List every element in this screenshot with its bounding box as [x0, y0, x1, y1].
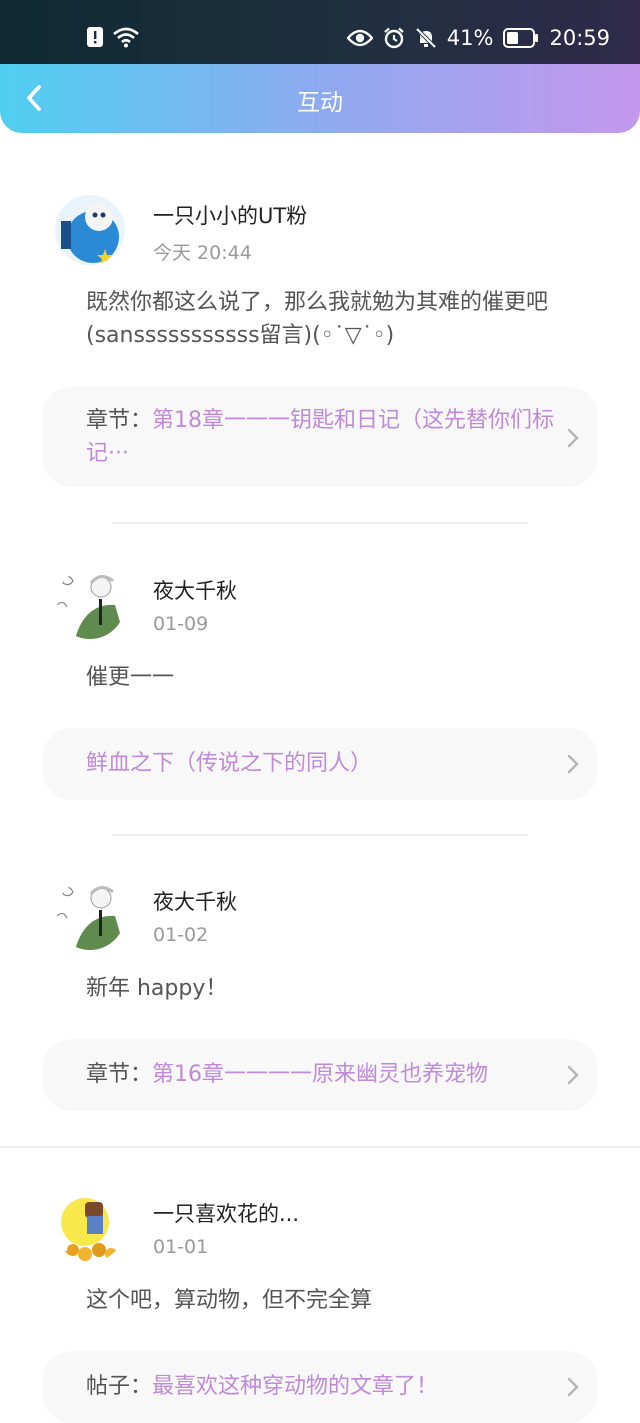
avatar[interactable] [55, 1192, 125, 1262]
list-item[interactable]: 夜大千秋 01-09 催更一一 鲜血之下（传说之下的同人） [0, 545, 640, 810]
ref-type-label: 章节： [86, 1062, 153, 1087]
divider [112, 522, 528, 524]
chapter-link[interactable]: 章节：第18章一一一钥匙和日记（这先替你们标记··· [42, 387, 598, 487]
comment-text: 这个吧，算动物，但不完全算 [86, 1288, 373, 1313]
comment-time: 今天 20:44 [153, 242, 252, 264]
clock-time: 20:59 [549, 26, 610, 50]
battery-percent: 41% [446, 26, 494, 50]
username[interactable]: 一只喜欢花的... [153, 1198, 299, 1228]
alarm-icon [384, 27, 404, 49]
list-item[interactable]: 一只小小的UT粉 今天 20:44 既然你都这么说了，那么我就勉为其难的催更吧(… [0, 150, 640, 520]
page-title: 互动 [297, 90, 343, 116]
battery-icon [503, 28, 539, 48]
alert-icon [87, 27, 103, 47]
header-area: 41% 20:59 互动 [0, 0, 640, 133]
username[interactable]: 夜大千秋 [153, 886, 237, 916]
divider [0, 1146, 640, 1148]
avatar[interactable] [55, 195, 125, 265]
ref-title: 鲜血之下（传说之下的同人） [86, 751, 373, 776]
ref-type-label: 章节： [86, 408, 153, 433]
status-bar: 41% 20:59 [0, 0, 640, 64]
chevron-right-icon [567, 754, 579, 774]
list-item[interactable]: 一只喜欢花的... 01-01 这个吧，算动物，但不完全算 帖子：最喜欢这种穿动… [0, 1168, 640, 1423]
comment-time: 01-01 [153, 1236, 209, 1258]
eye-icon [346, 29, 373, 47]
post-link[interactable]: 帖子：最喜欢这种穿动物的文章了！ [42, 1351, 598, 1423]
avatar[interactable] [55, 569, 125, 639]
chevron-right-icon [567, 1377, 579, 1397]
divider [112, 834, 528, 836]
mute-icon [415, 27, 437, 49]
ref-title: 第16章一一一一原来幽灵也养宠物 [152, 1062, 489, 1087]
comment-time: 01-09 [153, 613, 209, 635]
chevron-right-icon [567, 1065, 579, 1085]
username[interactable]: 一只小小的UT粉 [153, 200, 307, 230]
comment-text: 新年 happy！ [86, 976, 228, 1001]
book-link[interactable]: 鲜血之下（传说之下的同人） [42, 728, 598, 800]
comment-text: 催更一一 [86, 665, 175, 690]
list-item[interactable]: 夜大千秋 01-02 新年 happy！ 章节：第16章一一一一原来幽灵也养宠物 [0, 856, 640, 1121]
chapter-link[interactable]: 章节：第16章一一一一原来幽灵也养宠物 [42, 1039, 598, 1111]
comment-time: 01-02 [153, 924, 209, 946]
nav-bar: 互动 [0, 64, 640, 133]
wifi-icon [113, 27, 139, 48]
avatar[interactable] [55, 880, 125, 950]
chevron-right-icon [567, 428, 579, 448]
ref-title: 第18章一一一钥匙和日记（这先替你们标记··· [86, 408, 555, 466]
comment-text: 既然你都这么说了，那么我就勉为其难的催更吧(sansssssssssss留言)(… [86, 290, 549, 348]
username[interactable]: 夜大千秋 [153, 575, 237, 605]
